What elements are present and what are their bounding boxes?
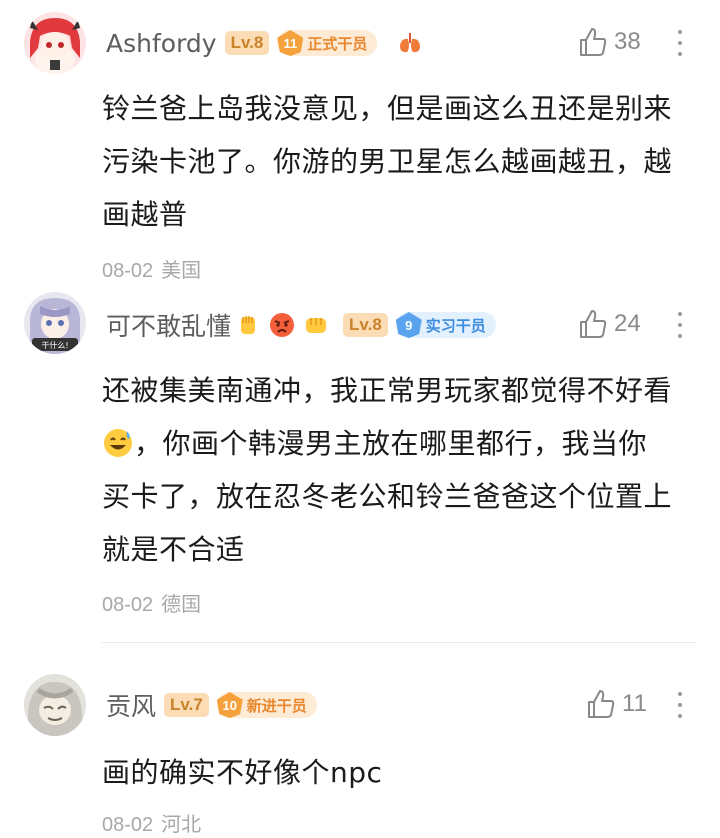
more-vert-icon[interactable] (672, 26, 688, 60)
level-badge: Lv.8 (343, 313, 388, 337)
angry-face-emoji (269, 312, 295, 338)
raised-fist-emoji (235, 312, 261, 338)
comment-text: 还被集美南通冲，我正常男玩家都觉得不好看 ，你画个韩漫男主放在哪里都行，我当你 … (102, 374, 673, 566)
role-badge: 11 正式干员 (277, 30, 378, 56)
comment-item: Ashfordy Lv.8 11 正式干员 38 铃兰爸上岛我没意见，但是画这么… (0, 0, 720, 290)
role-badge: 9 实习干员 (395, 312, 496, 338)
like-button[interactable]: 11 (586, 688, 647, 720)
avatar[interactable] (24, 674, 86, 736)
like-count: 11 (622, 690, 647, 717)
user-info: Ashfordy Lv.8 11 正式干员 (106, 26, 423, 60)
like-button[interactable]: 38 (578, 26, 641, 58)
role-label: 正式干员 (307, 34, 368, 53)
avatar[interactable] (24, 12, 86, 74)
comment-meta: 08-02 美国 (102, 254, 201, 283)
oncoming-fist-emoji (303, 312, 329, 338)
thumbs-up-icon (580, 28, 607, 56)
comment-text: 画的确实不好像个npc (102, 756, 383, 789)
comment-location: 河北 (161, 814, 202, 836)
role-label: 实习干员 (425, 316, 486, 335)
like-button[interactable]: 24 (578, 308, 641, 340)
role-level-number: 11 (277, 30, 304, 56)
divider (102, 642, 696, 643)
level-badge: Lv.7 (164, 693, 209, 717)
username[interactable]: Ashfordy (106, 29, 217, 58)
username[interactable]: 贡风 (106, 687, 156, 723)
more-vert-icon[interactable] (672, 688, 688, 722)
more-vert-icon[interactable] (672, 308, 688, 342)
comment-meta: 08-02 河北 (102, 808, 201, 837)
user-info: 贡风 Lv.7 10 新进干员 (106, 688, 317, 722)
sweat-smile-emoji (102, 423, 134, 457)
like-count: 38 (614, 28, 641, 55)
thumbs-up-icon (580, 310, 607, 338)
comment-text: 铃兰爸上岛我没意见，但是画这么丑还是别来 污染卡池了。你游的男卫星怎么越画越丑，… (102, 92, 673, 231)
thumbs-up-icon (588, 690, 615, 718)
comment-date: 08-02 (102, 814, 154, 836)
avatar-caption: 干什么! (41, 340, 68, 350)
level-badge: Lv.8 (224, 31, 270, 55)
role-badge: 10 新进干员 (216, 692, 317, 718)
comment-location: 德国 (161, 594, 202, 616)
comment-meta: 08-02 德国 (102, 588, 201, 617)
username[interactable]: 可不敢乱懂 (106, 307, 231, 343)
comment-item: 干什么! 可不敢乱懂 Lv.8 9 实习干员 24 还被集美南通冲，我正常男玩家… (0, 290, 720, 642)
comment-date: 08-02 (102, 260, 154, 282)
user-info: 可不敢乱懂 Lv.8 9 实习干员 (106, 308, 496, 342)
comment-date: 08-02 (102, 594, 154, 616)
comment-location: 美国 (161, 260, 202, 282)
role-level-number: 10 (216, 692, 243, 718)
like-count: 24 (614, 310, 641, 337)
role-label: 新进干员 (246, 696, 307, 715)
avatar[interactable]: 干什么! (24, 292, 86, 354)
lungs-icon (397, 30, 423, 56)
role-level-number: 9 (395, 312, 422, 338)
comment-item: 贡风 Lv.7 10 新进干员 11 画的确实不好像个npc 08-02 河北 (0, 660, 720, 838)
